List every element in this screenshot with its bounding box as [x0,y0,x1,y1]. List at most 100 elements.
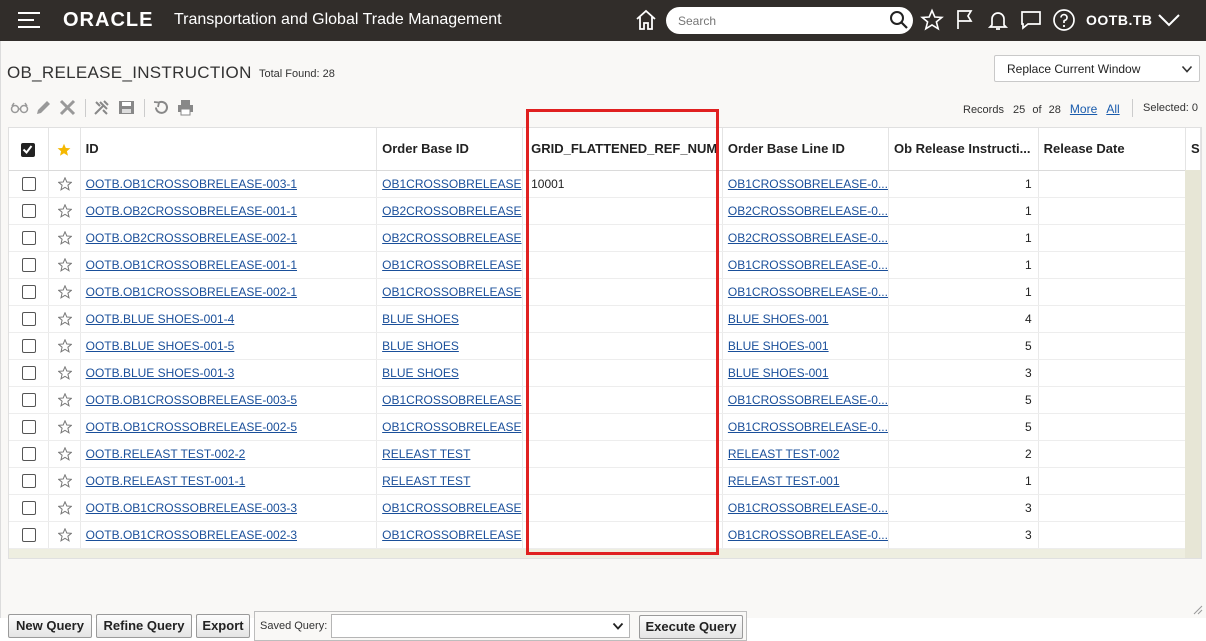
row-checkbox[interactable] [22,284,36,299]
star-outline-icon[interactable] [57,230,73,245]
star-outline-icon[interactable] [57,473,73,488]
delete-icon[interactable] [58,99,77,116]
order-base-line-link[interactable]: OB1CROSSOBRELEASE-0... [728,420,888,434]
row-checkbox[interactable] [22,338,36,353]
star-outline-icon[interactable] [57,392,73,407]
order-base-link[interactable]: BLUE SHOES [382,312,459,326]
flag-icon[interactable] [953,8,977,32]
chevron-down-icon[interactable] [1157,10,1181,30]
order-base-link[interactable]: BLUE SHOES [382,366,459,380]
table-row[interactable]: OOTB.RELEAST TEST-001-1 RELEAST TEST RELEA… [9,467,1201,495]
table-row[interactable]: OOTB.OB2CROSSOBRELEASE-002-1 OB2CROSSOBRE… [9,224,1201,252]
star-outline-icon[interactable] [57,419,73,434]
search-input[interactable] [678,11,888,30]
tools-icon[interactable] [92,99,111,116]
order-base-link[interactable]: OB1CROSSOBRELEASE [382,177,521,191]
select-all-checkbox[interactable] [21,142,35,157]
column-header-grid-flattened-ref-num[interactable]: GRID_FLATTENED_REF_NUM [522,128,723,171]
column-header-order-base-id[interactable]: Order Base ID [376,128,524,171]
column-header-release-date[interactable]: Release Date [1038,128,1186,171]
row-checkbox[interactable] [22,473,36,488]
order-base-link[interactable]: OB2CROSSOBRELEASE [382,231,521,245]
table-row[interactable]: OOTB.OB1CROSSOBRELEASE-002-5 OB1CROSSOBRE… [9,413,1201,441]
window-mode-select[interactable]: Replace Current Window [994,55,1200,82]
user-name[interactable]: OOTB.TB [1086,12,1153,28]
menu-icon[interactable] [18,12,40,28]
table-row[interactable]: OOTB.OB2CROSSOBRELEASE-001-1 OB2CROSSOBRE… [9,197,1201,225]
id-link[interactable]: OOTB.BLUE SHOES-001-3 [86,366,235,380]
save-icon[interactable] [117,99,136,116]
search-icon[interactable] [889,10,909,30]
column-header-order-base-line-id[interactable]: Order Base Line ID [722,128,889,171]
id-link[interactable]: OOTB.OB1CROSSOBRELEASE-002-5 [86,420,297,434]
id-link[interactable]: OOTB.OB1CROSSOBRELEASE-003-1 [86,177,297,191]
table-row[interactable]: OOTB.OB1CROSSOBRELEASE-002-3 OB1CROSSOBRE… [9,521,1201,549]
star-outline-icon[interactable] [57,257,73,272]
star-outline-icon[interactable] [57,365,73,380]
help-icon[interactable] [1052,8,1076,32]
id-link[interactable]: OOTB.BLUE SHOES-001-4 [86,312,235,326]
table-row[interactable]: OOTB.BLUE SHOES-001-3 BLUE SHOES BLUE SHOE… [9,359,1201,387]
table-row[interactable]: OOTB.BLUE SHOES-001-4 BLUE SHOES BLUE SHOE… [9,305,1201,333]
id-link[interactable]: OOTB.BLUE SHOES-001-5 [86,339,235,353]
all-records-link[interactable]: All [1106,102,1119,116]
view-icon[interactable] [10,99,29,116]
id-link[interactable]: OOTB.OB2CROSSOBRELEASE-001-1 [86,204,297,218]
star-outline-icon[interactable] [57,338,73,353]
id-link[interactable]: OOTB.RELEAST TEST-001-1 [86,474,246,488]
star-outline-icon[interactable] [57,203,73,218]
id-link[interactable]: OOTB.OB1CROSSOBRELEASE-002-3 [86,528,297,542]
order-base-link[interactable]: OB1CROSSOBRELEASE [382,501,521,515]
row-checkbox[interactable] [22,419,36,434]
table-row[interactable]: OOTB.OB1CROSSOBRELEASE-003-5 OB1CROSSOBRE… [9,386,1201,414]
star-outline-icon[interactable] [57,527,73,542]
vertical-scrollbar[interactable] [1185,170,1201,558]
execute-query-button[interactable]: Execute Query [639,615,743,639]
star-outline-icon[interactable] [57,176,73,191]
table-row[interactable]: OOTB.RELEAST TEST-002-2 RELEAST TEST RELEA… [9,440,1201,468]
table-row[interactable]: OOTB.OB1CROSSOBRELEASE-003-1 OB1CROSSOBRE… [9,170,1201,198]
id-link[interactable]: OOTB.OB1CROSSOBRELEASE-003-3 [86,501,297,515]
edit-icon[interactable] [34,99,53,116]
order-base-link[interactable]: RELEAST TEST [382,474,470,488]
row-checkbox[interactable] [22,365,36,380]
order-base-link[interactable]: OB1CROSSOBRELEASE [382,420,521,434]
id-link[interactable]: OOTB.OB1CROSSOBRELEASE-001-1 [86,258,297,272]
star-outline-icon[interactable] [57,311,73,326]
order-base-line-link[interactable]: RELEAST TEST-001 [728,474,840,488]
order-base-line-link[interactable]: OB1CROSSOBRELEASE-0... [728,528,888,542]
star-outline-icon[interactable] [57,500,73,515]
row-checkbox[interactable] [22,230,36,245]
order-base-line-link[interactable]: BLUE SHOES-001 [728,312,829,326]
favorites-star-icon[interactable] [920,8,944,32]
star-outline-icon[interactable] [57,446,73,461]
order-base-link[interactable]: OB1CROSSOBRELEASE [382,528,521,542]
order-base-line-link[interactable]: OB1CROSSOBRELEASE-0... [728,501,888,515]
order-base-line-link[interactable]: OB1CROSSOBRELEASE-0... [728,258,888,272]
order-base-link[interactable]: OB1CROSSOBRELEASE [382,285,521,299]
row-checkbox[interactable] [22,203,36,218]
row-checkbox[interactable] [22,446,36,461]
order-base-line-link[interactable]: OB2CROSSOBRELEASE-0... [728,231,888,245]
more-records-link[interactable]: More [1070,102,1097,116]
order-base-line-link[interactable]: BLUE SHOES-001 [728,339,829,353]
row-checkbox[interactable] [22,500,36,515]
order-base-link[interactable]: OB2CROSSOBRELEASE [382,204,521,218]
table-row[interactable]: OOTB.OB1CROSSOBRELEASE-001-1 OB1CROSSOBRE… [9,251,1201,279]
column-header-id[interactable]: ID [80,128,378,171]
row-checkbox[interactable] [22,257,36,272]
order-base-line-link[interactable]: OB1CROSSOBRELEASE-0... [728,177,888,191]
star-filled-icon[interactable] [57,143,71,157]
row-checkbox[interactable] [22,392,36,407]
order-base-line-link[interactable]: OB1CROSSOBRELEASE-0... [728,285,888,299]
id-link[interactable]: OOTB.RELEAST TEST-002-2 [86,447,246,461]
order-base-line-link[interactable]: OB1CROSSOBRELEASE-0... [728,393,888,407]
home-icon[interactable] [634,8,658,32]
order-base-link[interactable]: OB1CROSSOBRELEASE [382,258,521,272]
id-link[interactable]: OOTB.OB1CROSSOBRELEASE-003-5 [86,393,297,407]
order-base-line-link[interactable]: BLUE SHOES-001 [728,366,829,380]
column-header-s[interactable]: S [1185,128,1201,171]
resize-grip-icon[interactable] [1191,603,1203,615]
order-base-line-link[interactable]: OB2CROSSOBRELEASE-0... [728,204,888,218]
table-row[interactable]: OOTB.BLUE SHOES-001-5 BLUE SHOES BLUE SHOE… [9,332,1201,360]
